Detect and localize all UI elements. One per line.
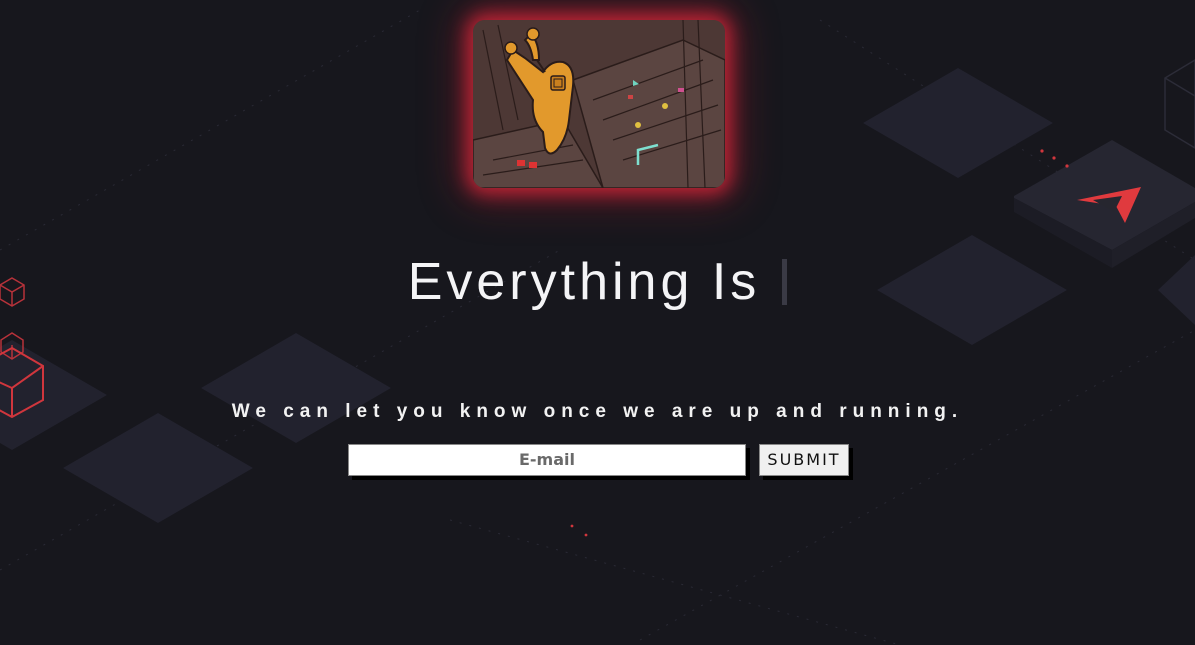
floor-tile [863, 68, 1053, 178]
astronaut-illustration [473, 20, 725, 188]
floor-tile [201, 333, 391, 443]
wireframe-box [1164, 59, 1195, 149]
tagline: We can let you know once we are up and r… [231, 401, 964, 422]
headline-text: Everything Is [407, 253, 761, 311]
floor-tile [63, 413, 253, 523]
typing-cursor [782, 259, 788, 305]
hero-illustration [473, 20, 725, 188]
submit-button[interactable]: SUBMIT [759, 444, 849, 476]
page-headline: Everything Is [0, 252, 1195, 312]
email-field[interactable]: E-mail [348, 444, 746, 476]
